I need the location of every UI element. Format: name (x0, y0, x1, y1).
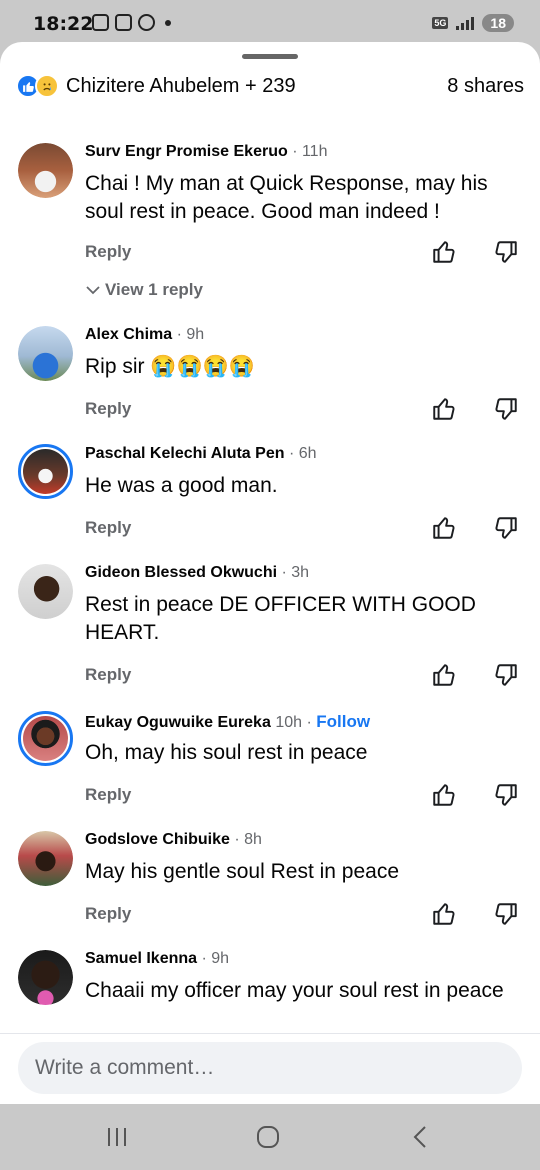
instagram-notification-icon (115, 14, 132, 31)
reply-button[interactable]: Reply (85, 242, 131, 262)
avatar[interactable] (18, 444, 73, 499)
comment-header: Alex Chima · 9h (85, 326, 204, 344)
comment-input[interactable] (18, 1042, 522, 1094)
sheet-drag-handle[interactable] (242, 54, 298, 59)
shares-count[interactable]: 8 shares (447, 75, 524, 98)
battery-level: 18 (482, 14, 514, 32)
like-thumb-icon[interactable] (431, 239, 457, 265)
comment-text: Oh, may his soul rest in peace (85, 741, 368, 764)
follow-button[interactable]: Follow (316, 712, 370, 731)
comment-time: · 11h (292, 143, 328, 160)
comment-header: Samuel Ikenna · 9h (85, 950, 229, 968)
gallery-notification-icon (92, 14, 109, 31)
avatar[interactable] (18, 326, 73, 381)
dislike-thumb-icon[interactable] (493, 782, 519, 808)
comment-header: Godslove Chibuike · 8h (85, 831, 262, 849)
home-icon[interactable] (253, 1122, 283, 1152)
like-thumb-icon[interactable] (431, 396, 457, 422)
comment-time: · 9h (176, 326, 205, 343)
back-icon[interactable] (405, 1122, 435, 1152)
commenter-name[interactable]: Godslove Chibuike (85, 831, 230, 848)
like-thumb-icon[interactable] (431, 901, 457, 927)
comment-text: Rest in peace DE OFFICER WITH GOOD HEART… (85, 593, 476, 644)
comment-time: · 6h (288, 445, 317, 462)
dislike-thumb-icon[interactable] (493, 662, 519, 688)
like-thumb-icon[interactable] (431, 782, 457, 808)
reply-button[interactable]: Reply (85, 904, 131, 924)
sad-icon (35, 74, 59, 98)
commenter-name[interactable]: Samuel Ikenna (85, 950, 197, 967)
comments-sheet: Chizitere Ahubelem + 239 8 shares Surv E… (0, 42, 540, 1104)
reply-button[interactable]: Reply (85, 518, 131, 538)
commenter-name[interactable]: Alex Chima (85, 326, 172, 343)
comment-header: Surv Engr Promise Ekeruo · 11h (85, 143, 327, 161)
comment-text: Chaaii my officer may your soul rest in … (85, 979, 504, 1002)
like-thumb-icon[interactable] (431, 515, 457, 541)
comment-text: Chai ! My man at Quick Response, may his… (85, 172, 488, 223)
comment-time: · 9h (201, 950, 230, 967)
status-right: 5G 18 (432, 14, 514, 32)
chevron-down-icon (86, 286, 100, 295)
view-replies-label: View 1 reply (105, 280, 203, 299)
more-notifications-dot-icon (165, 19, 171, 26)
comment-text: May his gentle soul Rest in peace (85, 860, 400, 883)
avatar[interactable] (18, 711, 73, 766)
status-bar: 18:22 5G 18 (0, 0, 540, 46)
recent-apps-icon[interactable] (102, 1122, 132, 1152)
dislike-thumb-icon[interactable] (493, 396, 519, 422)
comment-time: 10h · (275, 714, 312, 731)
like-thumb-icon[interactable] (431, 662, 457, 688)
avatar[interactable] (18, 950, 73, 1005)
reaction-icons[interactable] (16, 74, 62, 98)
reply-button[interactable]: Reply (85, 399, 131, 419)
comment-text: Rip sir 😭😭😭😭 (85, 355, 255, 378)
dislike-thumb-icon[interactable] (493, 515, 519, 541)
commenter-name[interactable]: Paschal Kelechi Aluta Pen (85, 445, 284, 462)
network-type: 5G (432, 17, 449, 29)
dislike-thumb-icon[interactable] (493, 239, 519, 265)
comment-text: He was a good man. (85, 474, 278, 497)
whatsapp-notification-icon (138, 14, 155, 31)
dislike-thumb-icon[interactable] (493, 901, 519, 927)
commenter-name[interactable]: Eukay Oguwuike Eureka (85, 714, 271, 731)
comment-time: · 8h (234, 831, 262, 848)
view-replies-link[interactable]: View 1 reply (86, 280, 203, 300)
reply-button[interactable]: Reply (85, 785, 131, 805)
status-time: 18:22 (33, 13, 94, 35)
avatar[interactable] (18, 143, 73, 198)
comment-header: Paschal Kelechi Aluta Pen · 6h (85, 445, 317, 463)
avatar[interactable] (18, 831, 73, 886)
reactors-summary[interactable]: Chizitere Ahubelem + 239 (66, 75, 296, 98)
signal-strength-icon (456, 16, 475, 30)
commenter-name[interactable]: Gideon Blessed Okwuchi (85, 564, 277, 581)
commenter-name[interactable]: Surv Engr Promise Ekeruo (85, 143, 288, 160)
comment-composer (0, 1033, 540, 1104)
system-navigation-bar (0, 1104, 540, 1170)
notification-icons (92, 14, 171, 31)
reply-button[interactable]: Reply (85, 665, 131, 685)
reactions-header: Chizitere Ahubelem + 239 8 shares (16, 72, 524, 100)
comment-header: Eukay Oguwuike Eureka 10h · Follow (85, 712, 370, 732)
comment-header: Gideon Blessed Okwuchi · 3h (85, 564, 309, 582)
comment-time: · 3h (281, 564, 310, 581)
avatar[interactable] (18, 564, 73, 619)
